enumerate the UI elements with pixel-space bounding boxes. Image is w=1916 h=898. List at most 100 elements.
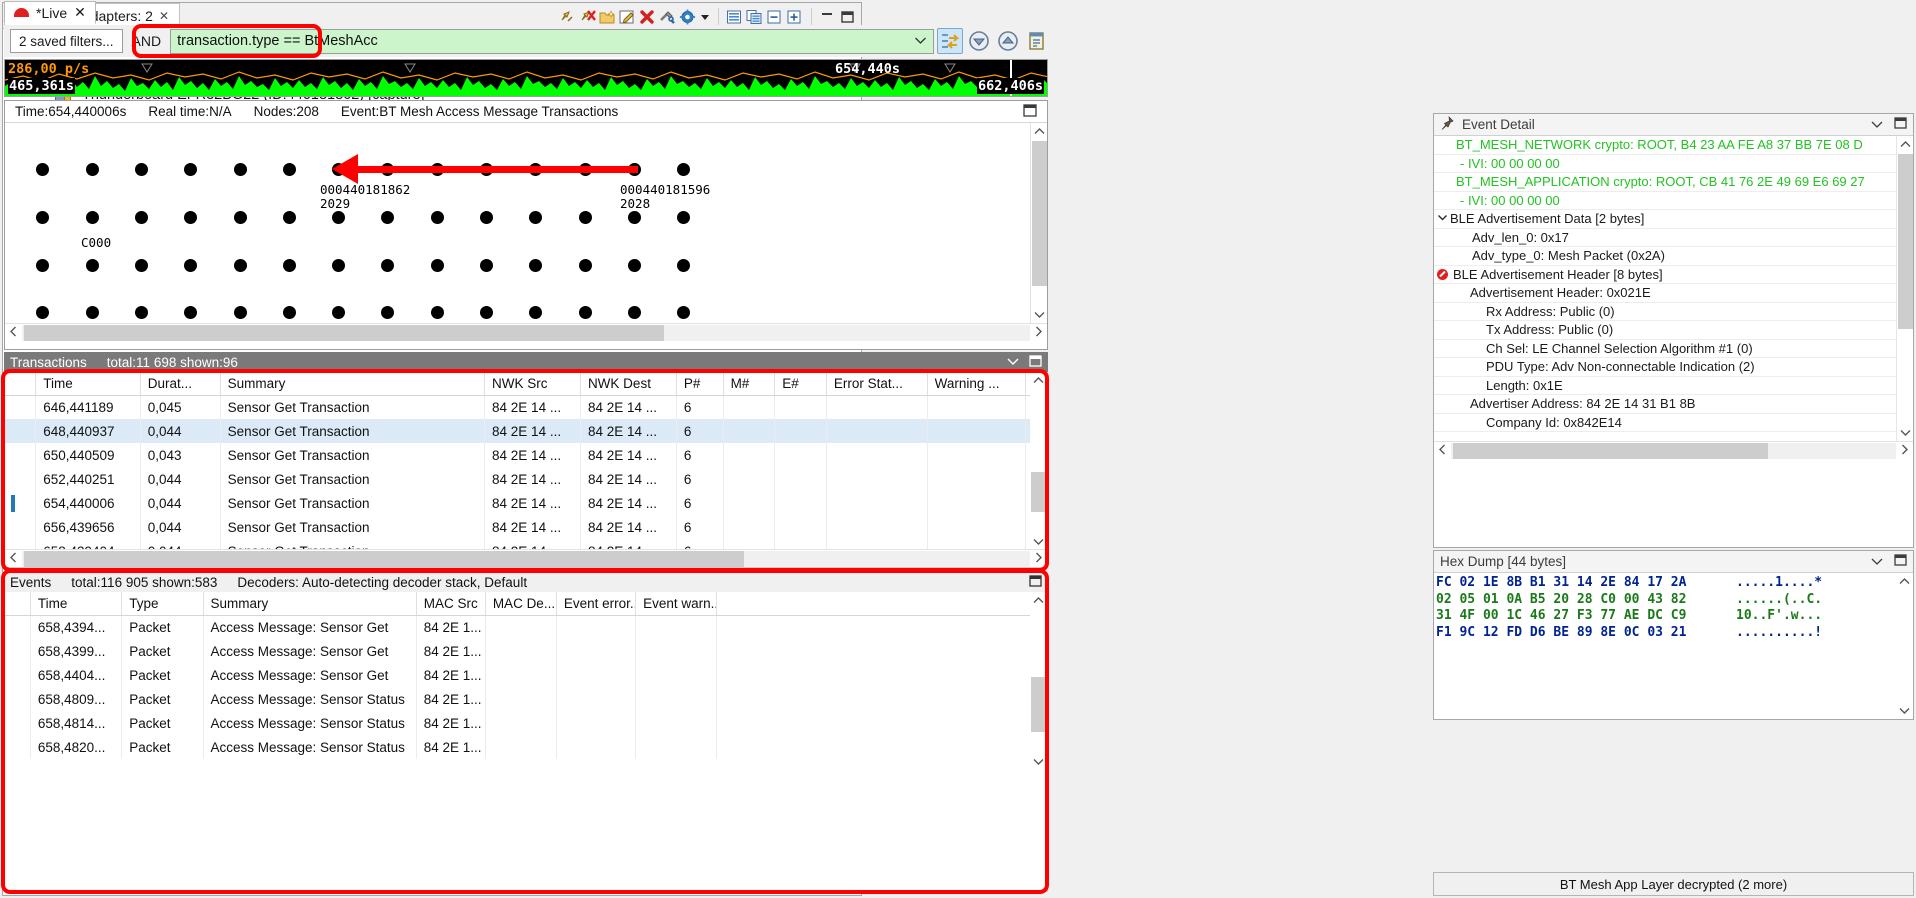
graph-node[interactable] bbox=[628, 211, 641, 224]
graph-node[interactable] bbox=[381, 259, 394, 272]
scroll-right-arrow-icon[interactable] bbox=[1896, 444, 1913, 458]
graph-node[interactable] bbox=[381, 306, 394, 319]
transactions-vertical-scrollbar[interactable] bbox=[1030, 372, 1047, 550]
scroll-left-arrow-icon[interactable] bbox=[1434, 444, 1451, 458]
apply-filter-icon[interactable] bbox=[937, 28, 963, 54]
table-row[interactable]: 658,4814... Packet Access Message: Senso… bbox=[5, 711, 1047, 735]
transactions-hscroll-thumb[interactable] bbox=[24, 550, 744, 567]
col-nwk-src[interactable]: NWK Src bbox=[484, 372, 581, 396]
col-event-error[interactable]: Event error... bbox=[556, 592, 637, 616]
hex-dump-body[interactable]: FC 02 1E 8B B1 31 14 2E 84 17 2A 02 05 0… bbox=[1434, 573, 1913, 719]
detail-row[interactable]: PDU Type: Adv Non-connectable Indication… bbox=[1434, 358, 1913, 377]
table-row[interactable]: 658,4820... Packet Access Message: Senso… bbox=[5, 735, 1047, 759]
event-detail-scroll-thumb[interactable] bbox=[1898, 154, 1913, 329]
graph-node[interactable] bbox=[283, 163, 296, 176]
detail-row[interactable]: Company Id: 0x842E14 bbox=[1434, 414, 1913, 432]
view-menu-icon[interactable] bbox=[1870, 554, 1884, 569]
graph-node[interactable] bbox=[135, 306, 148, 319]
graph-node[interactable] bbox=[529, 306, 542, 319]
graph-node[interactable] bbox=[36, 163, 49, 176]
graph-node[interactable] bbox=[677, 163, 690, 176]
graph-node[interactable] bbox=[579, 306, 592, 319]
col-m[interactable]: M# bbox=[723, 372, 776, 396]
close-icon[interactable]: ✕ bbox=[74, 4, 86, 21]
graph-horizontal-scrollbar[interactable] bbox=[5, 323, 1047, 341]
graph-node[interactable] bbox=[677, 306, 690, 319]
graph-node[interactable] bbox=[184, 259, 197, 272]
graph-node[interactable] bbox=[86, 211, 99, 224]
scroll-up-arrow-icon[interactable] bbox=[1897, 136, 1913, 153]
graph-node[interactable] bbox=[135, 259, 148, 272]
graph-node[interactable] bbox=[86, 259, 99, 272]
graph-canvas[interactable]: 000440181862 2029 000440181596 2028 C000 bbox=[5, 123, 1047, 323]
hex-dump-vertical-scrollbar[interactable] bbox=[1896, 573, 1913, 719]
graph-node[interactable] bbox=[480, 259, 493, 272]
table-row[interactable]: 650,440509 0,043 Sensor Get Transaction … bbox=[5, 443, 1047, 467]
graph-node[interactable] bbox=[431, 259, 444, 272]
graph-node[interactable] bbox=[234, 211, 247, 224]
graph-node[interactable] bbox=[332, 306, 345, 319]
table-row[interactable]: 658,4399... Packet Access Message: Senso… bbox=[5, 639, 1047, 663]
graph-node[interactable] bbox=[36, 211, 49, 224]
detail-row[interactable]: Length: 0x1E bbox=[1434, 377, 1913, 395]
graph-node[interactable] bbox=[381, 211, 394, 224]
graph-node[interactable] bbox=[184, 306, 197, 319]
scroll-up-arrow-icon[interactable] bbox=[1030, 592, 1047, 609]
graph-node[interactable] bbox=[677, 211, 690, 224]
graph-node[interactable] bbox=[184, 163, 197, 176]
graph-node[interactable] bbox=[184, 211, 197, 224]
saved-filters-button[interactable]: 2 saved filters... bbox=[10, 29, 123, 53]
scroll-left-arrow-icon[interactable] bbox=[5, 552, 22, 566]
col-event-warning[interactable]: Event warn... bbox=[635, 592, 718, 616]
col-summary[interactable]: Summary bbox=[203, 592, 417, 616]
graph-node[interactable] bbox=[628, 306, 641, 319]
graph-node[interactable] bbox=[480, 306, 493, 319]
collapse-icon[interactable] bbox=[1006, 355, 1020, 370]
scroll-up-arrow-icon[interactable] bbox=[1896, 573, 1913, 590]
graph-scroll-thumb[interactable] bbox=[1032, 141, 1047, 286]
col-mac-dest[interactable]: MAC De... bbox=[485, 592, 557, 616]
table-row[interactable]: 658,4394... Packet Access Message: Senso… bbox=[5, 615, 1047, 639]
scroll-down-arrow-icon[interactable] bbox=[1030, 533, 1047, 550]
maximize-icon[interactable] bbox=[1029, 354, 1042, 370]
table-row[interactable]: 654,440006 0,044 Sensor Get Transaction … bbox=[5, 491, 1047, 515]
events-scroll-thumb[interactable] bbox=[1031, 677, 1046, 732]
scroll-up-icon[interactable] bbox=[995, 28, 1021, 54]
graph-vertical-scrollbar[interactable] bbox=[1030, 123, 1047, 323]
detail-row[interactable]: - IVI: 00 00 00 00 bbox=[1434, 192, 1913, 210]
graph-node[interactable] bbox=[36, 259, 49, 272]
detail-row[interactable]: BT_MESH_NETWORK crypto: ROOT, B4 23 AA F… bbox=[1434, 136, 1913, 155]
detail-row[interactable]: BLE Advertisement Data [2 bytes] bbox=[1434, 210, 1913, 229]
scroll-down-arrow-icon[interactable] bbox=[1896, 702, 1913, 719]
graph-node[interactable] bbox=[135, 163, 148, 176]
event-detail-horizontal-scrollbar[interactable] bbox=[1434, 441, 1913, 459]
col-mac-src[interactable]: MAC Src bbox=[416, 592, 486, 616]
graph-node[interactable] bbox=[677, 259, 690, 272]
table-row[interactable]: 658,4404... Packet Access Message: Senso… bbox=[5, 663, 1047, 687]
maximize-icon[interactable] bbox=[1029, 574, 1042, 590]
transactions-table[interactable]: Time Durat... Summary NWK Src NWK Dest P… bbox=[4, 372, 1048, 568]
table-row[interactable]: 652,440251 0,044 Sensor Get Transaction … bbox=[5, 467, 1047, 491]
event-detail-list[interactable]: BT_MESH_NETWORK crypto: ROOT, B4 23 AA F… bbox=[1434, 136, 1913, 525]
col-p[interactable]: P# bbox=[676, 372, 724, 396]
scroll-down-icon[interactable] bbox=[966, 28, 992, 54]
detail-row[interactable]: Adv_type_0: Mesh Packet (0x2A) bbox=[1434, 247, 1913, 266]
detail-row[interactable]: Tx Address: Public (0) bbox=[1434, 321, 1913, 340]
graph-node[interactable] bbox=[480, 211, 493, 224]
table-row[interactable]: 656,439656 0,044 Sensor Get Transaction … bbox=[5, 515, 1047, 539]
col-type[interactable]: Type bbox=[121, 592, 204, 616]
detail-row[interactable]: Adv_len_0: 0x17 bbox=[1434, 229, 1913, 247]
graph-node[interactable] bbox=[234, 259, 247, 272]
scroll-left-arrow-icon[interactable] bbox=[5, 326, 22, 340]
col-error-status[interactable]: Error Stat... bbox=[826, 372, 928, 396]
detail-row[interactable]: BLE Advertisement Header [8 bytes] bbox=[1434, 266, 1913, 284]
detail-row[interactable]: - IVI: 00 00 00 00 bbox=[1434, 155, 1913, 173]
graph-node[interactable] bbox=[529, 259, 542, 272]
col-time[interactable]: Time bbox=[35, 372, 141, 396]
graph-node[interactable] bbox=[283, 306, 296, 319]
graph-node[interactable] bbox=[234, 306, 247, 319]
transactions-scroll-thumb[interactable] bbox=[1031, 472, 1046, 512]
scroll-down-arrow-icon[interactable] bbox=[1030, 753, 1047, 770]
events-table[interactable]: Time Type Summary MAC Src MAC De... Even… bbox=[4, 592, 1048, 892]
graph-node[interactable] bbox=[283, 259, 296, 272]
